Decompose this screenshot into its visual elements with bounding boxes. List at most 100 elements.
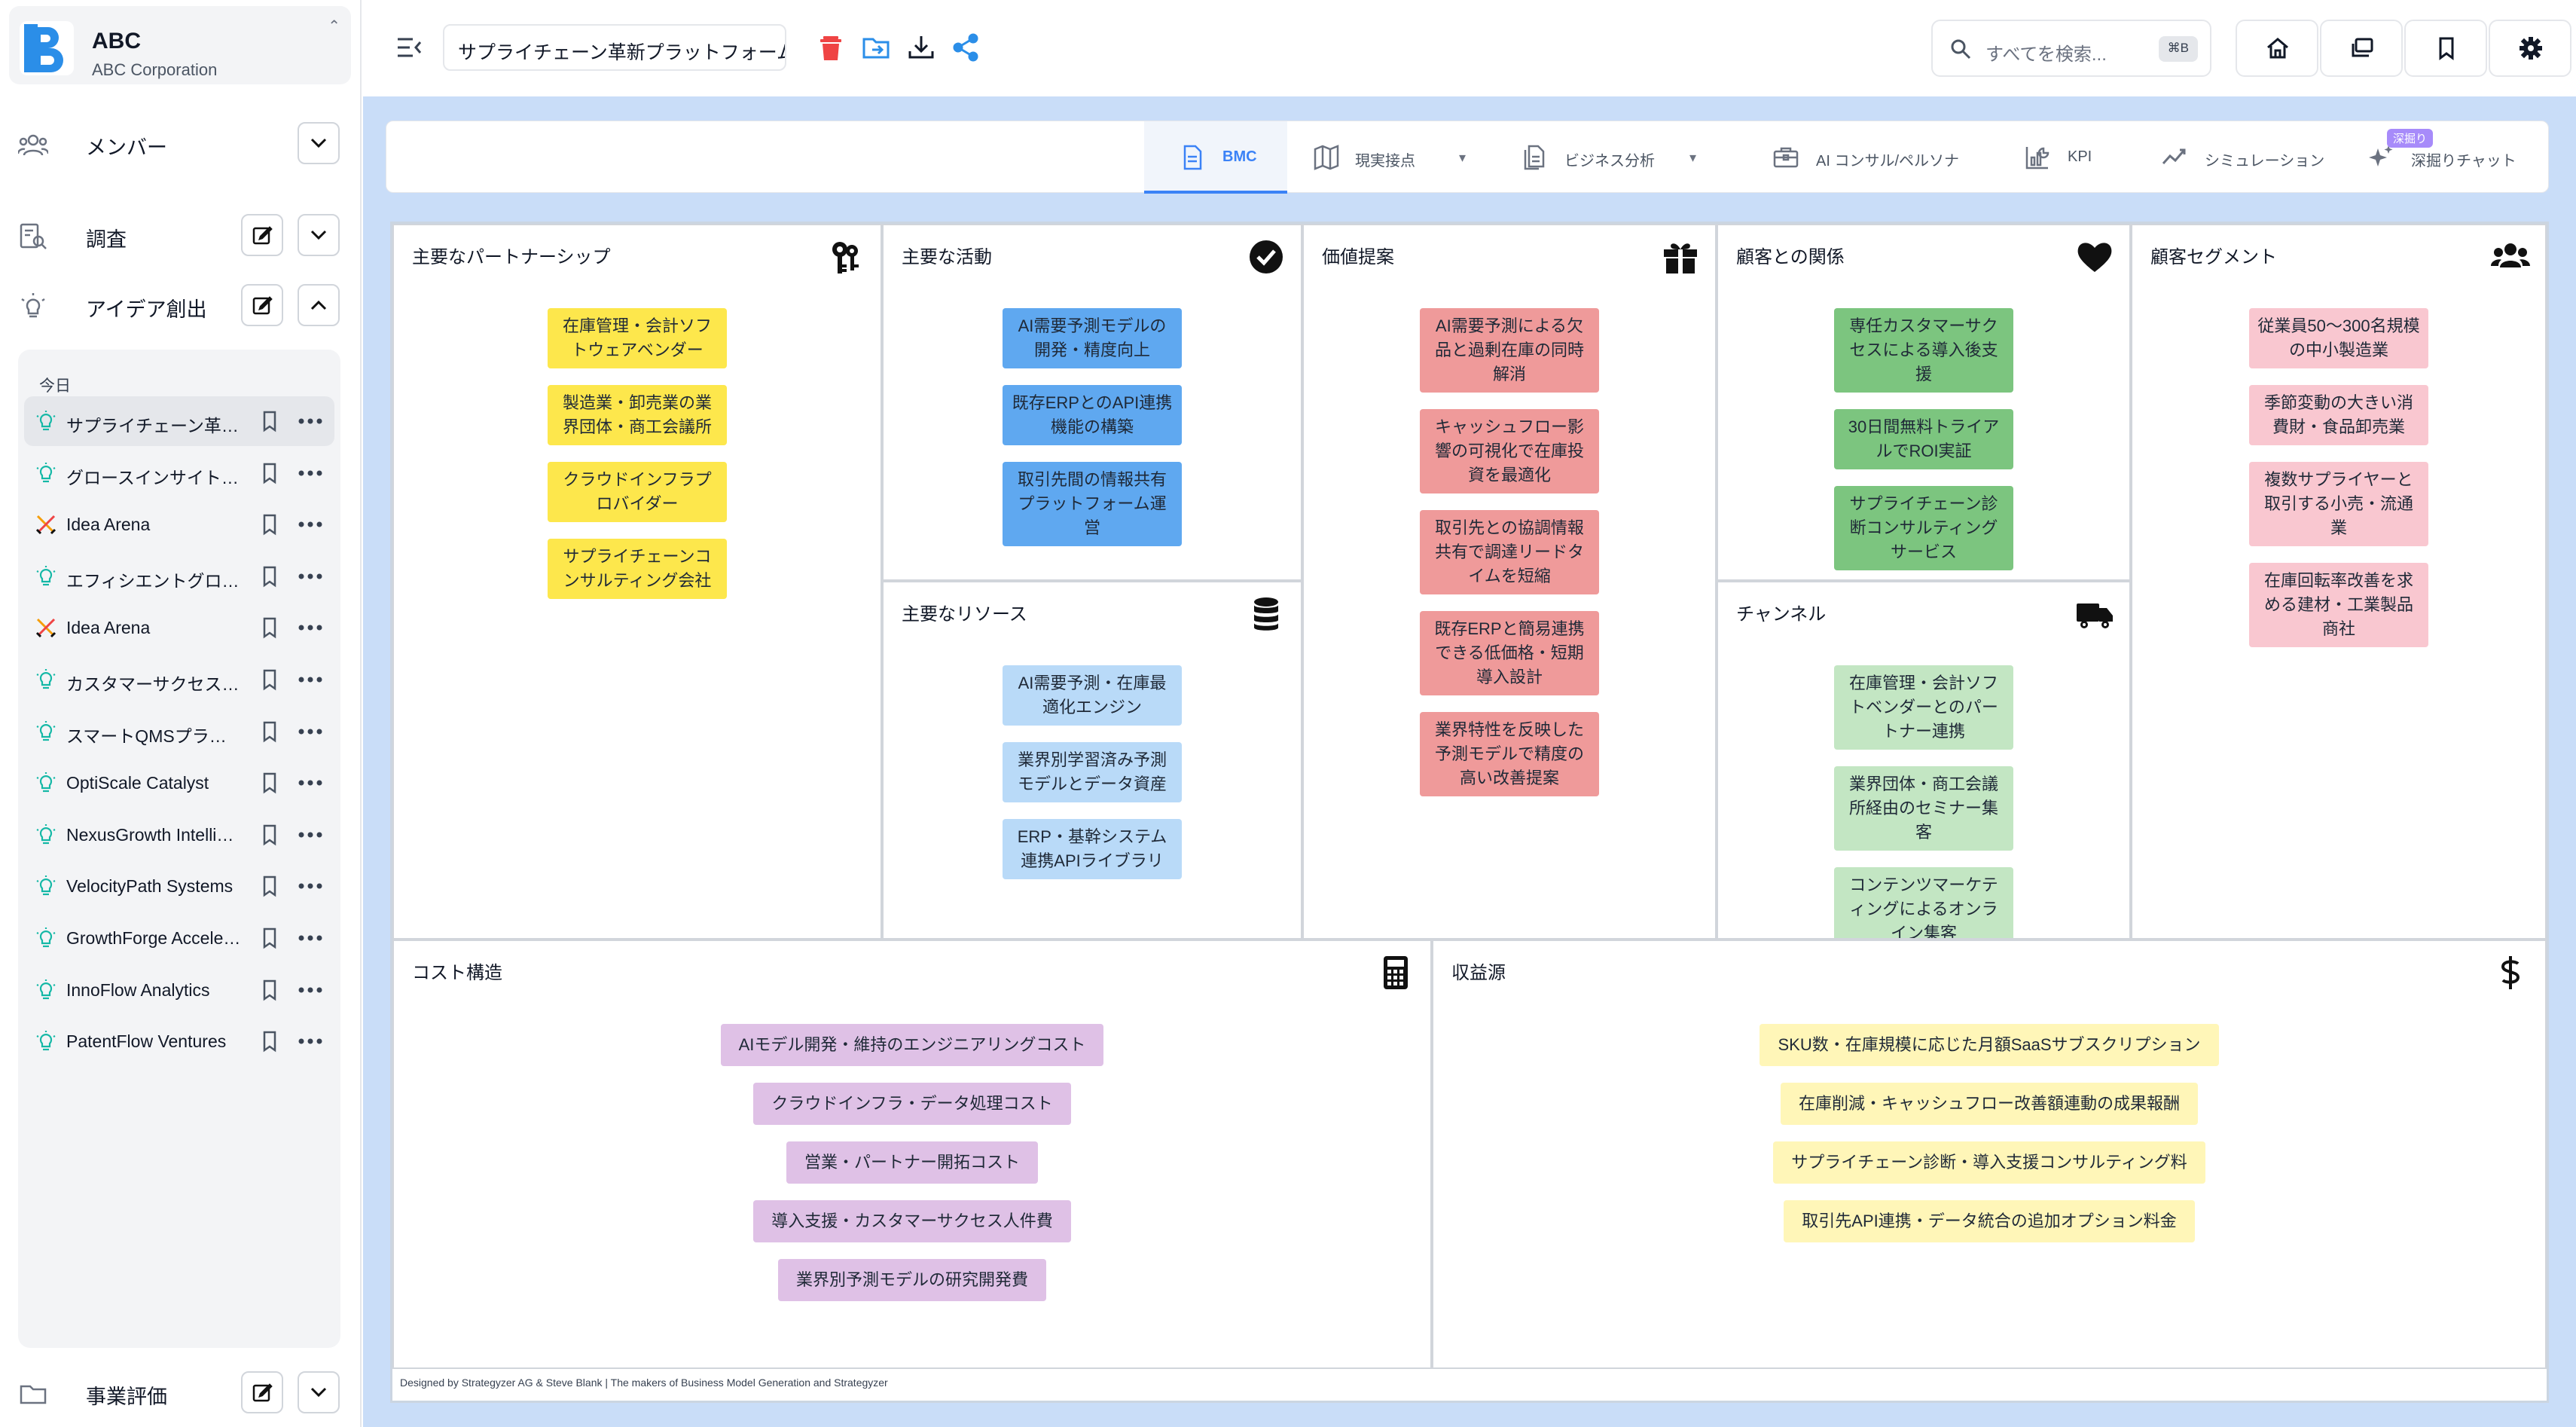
more-options-icon[interactable] — [295, 824, 325, 846]
sidebar-collapse-icon[interactable] — [396, 35, 423, 60]
sticky-note[interactable]: 従業員50〜300名規模の中小製造業 — [2249, 308, 2428, 368]
sticky-note[interactable]: 季節変動の大きい消費財・食品卸売業 — [2249, 385, 2428, 445]
bookmarks-button[interactable] — [2404, 20, 2487, 77]
more-options-icon[interactable] — [295, 616, 325, 639]
sticky-note[interactable]: 専任カスタマーサクセスによる導入後支援 — [1834, 308, 2013, 393]
sticky-note[interactable]: 取引先API連携・データ統合の追加オプション料金 — [1784, 1200, 2195, 1242]
sticky-note[interactable]: 取引先との協調情報共有で調達リードタイムを短縮 — [1420, 510, 1599, 594]
sticky-note[interactable]: 在庫管理・会計ソフトウェアベンダー — [548, 308, 727, 368]
sticky-note[interactable]: 既存ERPとのAPI連携機能の構築 — [1003, 385, 1182, 445]
history-item[interactable]: GrowthForge Accelerator — [24, 913, 334, 963]
tab-ai-consult[interactable]: AI コンサル/ペルソナ — [1772, 121, 1968, 194]
bmc-channels[interactable]: チャンネル 在庫管理・会計ソフトベンダーとのパートナー連携 業界団体・商工会議所経… — [1717, 581, 2131, 940]
sticky-note[interactable]: 30日間無料トライアルでROI実証 — [1834, 409, 2013, 469]
sticky-note[interactable]: 導入支援・カスタマーサクセス人件費 — [753, 1200, 1071, 1242]
more-options-icon[interactable] — [295, 979, 325, 1001]
bookmark-icon[interactable] — [259, 410, 280, 432]
more-options-icon[interactable] — [295, 462, 325, 484]
global-search[interactable]: すべてを検索... ⌘B — [1931, 20, 2211, 77]
research-new-button[interactable] — [241, 214, 283, 256]
history-item[interactable]: カスタマーサクセスハブ — [24, 655, 334, 704]
more-options-icon[interactable] — [295, 1030, 325, 1053]
evaluation-new-button[interactable] — [241, 1371, 283, 1413]
sticky-note[interactable]: サプライチェーンコンサルティング会社 — [548, 539, 727, 599]
library-button[interactable] — [2320, 20, 2403, 77]
tab-kpi[interactable]: KPI — [2024, 121, 2107, 194]
bookmark-icon[interactable] — [259, 720, 280, 743]
ideation-new-button[interactable] — [241, 284, 283, 326]
history-item[interactable]: InnoFlow Analytics — [24, 965, 334, 1015]
sticky-note[interactable]: 営業・パートナー開拓コスト — [786, 1141, 1038, 1184]
nav-research[interactable]: 調査 — [0, 205, 362, 265]
bookmark-icon[interactable] — [259, 668, 280, 691]
sticky-note[interactable]: 業界団体・商工会議所経由のセミナー集客 — [1834, 766, 2013, 851]
bookmark-icon[interactable] — [259, 616, 280, 639]
history-item[interactable]: VelocityPath Systems — [24, 861, 334, 911]
sticky-note[interactable]: 取引先間の情報共有プラットフォーム運営 — [1003, 462, 1182, 546]
history-item[interactable]: サプライチェーン革新プラットフォーム — [24, 396, 334, 446]
bookmark-icon[interactable] — [259, 1030, 280, 1053]
nav-evaluation[interactable]: 事業評価 — [0, 1362, 362, 1422]
sticky-note[interactable]: 業界別学習済み予測モデルとデータ資産 — [1003, 742, 1182, 802]
sticky-note[interactable]: AI需要予測・在庫最適化エンジン — [1003, 665, 1182, 726]
tab-reality[interactable]: 現実接点 ▾ — [1313, 121, 1479, 194]
bmc-key-activities[interactable]: 主要な活動 AI需要予測モデルの開発・精度向上 既存ERPとのAPI連携機能の構築… — [882, 224, 1302, 581]
sticky-note[interactable]: 複数サプライヤーと取引する小売・流通業 — [2249, 462, 2428, 546]
more-options-icon[interactable] — [295, 772, 325, 794]
folder-move-icon[interactable] — [862, 33, 890, 62]
bookmark-icon[interactable] — [259, 565, 280, 588]
history-item[interactable]: OptiScale Catalyst — [24, 758, 334, 808]
bmc-customer-relationships[interactable]: 顧客との関係 専任カスタマーサクセスによる導入後支援 30日間無料トライアルでRO… — [1717, 224, 2131, 581]
bookmark-icon[interactable] — [259, 772, 280, 794]
sticky-note[interactable]: サプライチェーン診断コンサルティングサービス — [1834, 486, 2013, 570]
more-options-icon[interactable] — [295, 565, 325, 588]
sticky-note[interactable]: AI需要予測モデルの開発・精度向上 — [1003, 308, 1182, 368]
sticky-note[interactable]: ERP・基幹システム連携APIライブラリ — [1003, 819, 1182, 879]
idea-title-input[interactable]: サプライチェーン革新プラットフォーム — [443, 24, 786, 71]
sticky-note[interactable]: 在庫管理・会計ソフトベンダーとのパートナー連携 — [1834, 665, 2013, 750]
more-options-icon[interactable] — [295, 668, 325, 691]
search-input[interactable]: すべてを検索... — [1985, 39, 2107, 66]
sticky-note[interactable]: キャッシュフロー影響の可視化で在庫投資を最適化 — [1420, 409, 1599, 493]
sticky-note[interactable]: 製造業・卸売業の業界団体・商工会議所 — [548, 385, 727, 445]
download-icon[interactable] — [907, 33, 935, 62]
nav-ideation[interactable]: アイデア創出 — [0, 275, 362, 335]
bmc-revenue-streams[interactable]: 収益源 SKU数・在庫規模に応じた月額SaaSサブスクリプション 在庫削減・キャッ… — [1432, 940, 2547, 1369]
history-item[interactable]: NexusGrowth Intelligence — [24, 810, 334, 860]
history-item[interactable]: エフィシエントグロース — [24, 552, 334, 601]
sticky-note[interactable]: 既存ERPと簡易連携できる低価格・短期導入設計 — [1420, 611, 1599, 695]
bmc-key-resources[interactable]: 主要なリソース AI需要予測・在庫最適化エンジン 業界別学習済み予測モデルとデータ… — [882, 581, 1302, 940]
sticky-note[interactable]: AI需要予測による欠品と過剰在庫の同時解消 — [1420, 308, 1599, 393]
bmc-value-propositions[interactable]: 価値提案 AI需要予測による欠品と過剰在庫の同時解消 キャッシュフロー影響の可視化… — [1302, 224, 1717, 940]
sticky-note[interactable]: 業界特性を反映した予測モデルで精度の高い改善提案 — [1420, 712, 1599, 796]
sticky-note[interactable]: サプライチェーン診断・導入支援コンサルティング料 — [1773, 1141, 2205, 1184]
bookmark-icon[interactable] — [259, 824, 280, 846]
tab-bmc[interactable]: BMC — [1144, 121, 1287, 194]
evaluation-expand-button[interactable] — [298, 1371, 340, 1413]
tab-deep-chat[interactable]: 深掘り 深掘りチャット — [2367, 121, 2541, 194]
more-options-icon[interactable] — [295, 513, 325, 536]
settings-button[interactable] — [2489, 20, 2571, 77]
sticky-note[interactable]: 在庫削減・キャッシュフロー改善額連動の成果報酬 — [1780, 1083, 2198, 1125]
trash-icon[interactable] — [816, 33, 845, 62]
history-item[interactable]: スマートQMSプラットフォーム — [24, 707, 334, 756]
sticky-note[interactable]: クラウドインフラ・データ処理コスト — [753, 1083, 1071, 1125]
research-expand-button[interactable] — [298, 214, 340, 256]
tab-simulation[interactable]: シミュレーション — [2161, 121, 2334, 194]
sticky-note[interactable]: 業界別予測モデルの研究開発費 — [777, 1259, 1046, 1301]
nav-members[interactable]: メンバー — [0, 113, 362, 173]
history-item[interactable]: Idea Arena — [24, 603, 334, 652]
ideation-collapse-button[interactable] — [298, 284, 340, 326]
sticky-note[interactable]: クラウドインフラプロバイダー — [548, 462, 727, 522]
bookmark-icon[interactable] — [259, 979, 280, 1001]
more-options-icon[interactable] — [295, 410, 325, 432]
sticky-note[interactable]: コンテンツマーケティングによるオンライン集客 — [1834, 867, 2013, 938]
sticky-note[interactable]: AIモデル開発・維持のエンジニアリングコスト — [720, 1024, 1104, 1066]
bookmark-icon[interactable] — [259, 927, 280, 949]
bookmark-icon[interactable] — [259, 875, 280, 897]
members-expand-button[interactable] — [298, 122, 340, 164]
home-button[interactable] — [2236, 20, 2318, 77]
more-options-icon[interactable] — [295, 875, 325, 897]
more-options-icon[interactable] — [295, 927, 325, 949]
share-icon[interactable] — [952, 33, 981, 62]
